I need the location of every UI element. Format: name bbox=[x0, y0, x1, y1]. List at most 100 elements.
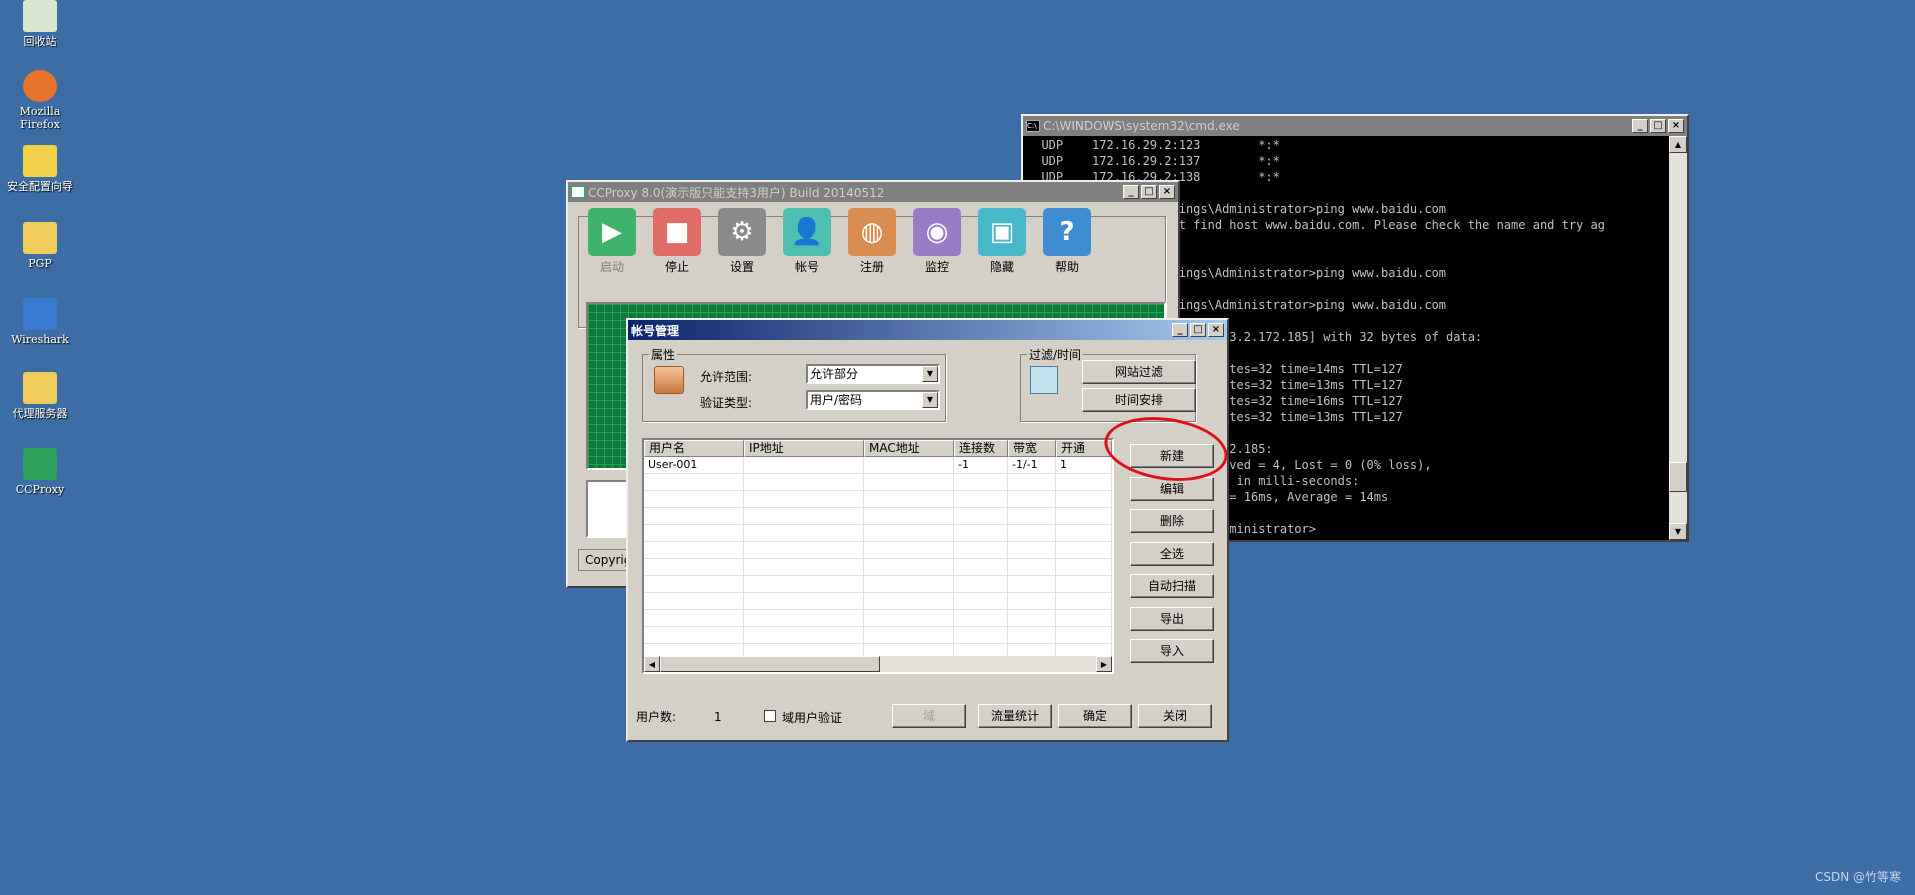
account-dialog[interactable]: 帐号管理 _ □ × 属性 允许范围: 允许部分 ▼ 验证类型: 用户/密码 ▼… bbox=[626, 318, 1232, 742]
ccproxy-icon bbox=[23, 448, 57, 480]
scroll-thumb[interactable] bbox=[1669, 462, 1687, 492]
user-count-value: 1 bbox=[714, 710, 722, 724]
desktop-icon[interactable]: 安全配置向导 bbox=[0, 145, 80, 193]
ccproxy-title: CCProxy 8.0(演示版只能支持3用户) Build 20140512 bbox=[588, 185, 885, 200]
table-row[interactable] bbox=[644, 542, 1112, 559]
column-header[interactable]: 用户名 bbox=[644, 440, 744, 457]
maximize-button[interactable]: □ bbox=[1141, 185, 1157, 199]
side-button-2[interactable]: 删除 bbox=[1130, 509, 1214, 533]
table-row[interactable] bbox=[644, 610, 1112, 627]
toolbar-gear-button[interactable]: ⚙ 设置 bbox=[712, 208, 772, 275]
table-row[interactable] bbox=[644, 491, 1112, 508]
table-cell bbox=[1008, 627, 1056, 644]
table-row[interactable] bbox=[644, 593, 1112, 610]
chevron-down-icon[interactable]: ▼ bbox=[922, 366, 938, 382]
table-row[interactable] bbox=[644, 576, 1112, 593]
maximize-button[interactable]: □ bbox=[1650, 119, 1666, 133]
user-count-label: 用户数: bbox=[636, 710, 677, 724]
firefox-icon bbox=[23, 70, 57, 102]
desktop-icon[interactable]: PGP bbox=[0, 222, 80, 270]
auth-type-select[interactable]: 用户/密码 ▼ bbox=[806, 390, 940, 410]
table-cell bbox=[954, 508, 1008, 525]
minimize-button[interactable]: _ bbox=[1632, 119, 1648, 133]
console-line: UDP 172.16.29.2:137 *:* bbox=[1027, 154, 1280, 168]
domain-auth-label: 域用户验证 bbox=[782, 711, 843, 725]
toolbar-play-button[interactable]: ▶ 启动 bbox=[582, 208, 642, 275]
filter-list-icon bbox=[1030, 366, 1058, 394]
user-table[interactable]: 用户名 IP地址 MAC地址 连接数 带宽 开通 User-001 -1 -1/-1 1 ◀ ▶ bbox=[642, 438, 1114, 674]
table-cell bbox=[1008, 559, 1056, 576]
close-button[interactable]: × bbox=[1208, 323, 1224, 337]
table-cell bbox=[744, 542, 864, 559]
table-row[interactable] bbox=[644, 474, 1112, 491]
scroll-down-icon[interactable]: ▼ bbox=[1669, 523, 1687, 540]
table-row[interactable] bbox=[644, 525, 1112, 542]
ccproxy-titlebar[interactable]: CCProxy 8.0(演示版只能支持3用户) Build 20140512 _… bbox=[568, 182, 1178, 202]
table-cell bbox=[954, 474, 1008, 491]
desktop-icon[interactable]: CCProxy bbox=[0, 448, 80, 496]
table-cell bbox=[644, 627, 744, 644]
scroll-up-icon[interactable]: ▲ bbox=[1669, 136, 1687, 153]
account-titlebar[interactable]: 帐号管理 _ □ × bbox=[628, 320, 1227, 340]
table-row[interactable] bbox=[644, 559, 1112, 576]
side-button-3[interactable]: 全选 bbox=[1130, 541, 1214, 566]
minimize-button[interactable]: _ bbox=[1123, 185, 1139, 199]
column-header[interactable]: 连接数 bbox=[954, 440, 1008, 457]
column-header[interactable]: IP地址 bbox=[744, 440, 864, 457]
horizontal-scrollbar[interactable]: ◀ ▶ bbox=[644, 656, 1112, 672]
table-cell bbox=[744, 525, 864, 542]
table-cell bbox=[644, 559, 744, 576]
side-button-4[interactable]: 自动扫描 bbox=[1130, 574, 1214, 598]
allow-range-select[interactable]: 允许部分 ▼ bbox=[806, 364, 940, 384]
close-button[interactable]: × bbox=[1159, 185, 1175, 199]
scroll-right-icon[interactable]: ▶ bbox=[1096, 656, 1112, 672]
time-schedule-button[interactable]: 时间安排 bbox=[1082, 388, 1196, 412]
toolbar-hide-button[interactable]: ▣ 隐藏 bbox=[972, 208, 1032, 275]
table-cell bbox=[864, 525, 954, 542]
table-row[interactable] bbox=[644, 508, 1112, 525]
table-row[interactable]: User-001 -1 -1/-1 1 bbox=[644, 457, 1112, 474]
domain-button[interactable]: 域 bbox=[892, 704, 966, 728]
table-cell bbox=[644, 525, 744, 542]
table-cell bbox=[744, 627, 864, 644]
table-cell bbox=[744, 559, 864, 576]
toolbar-eye-button[interactable]: ◉ 监控 bbox=[907, 208, 967, 275]
desktop-icon[interactable]: Mozilla Firefox bbox=[0, 70, 80, 131]
minimize-button[interactable]: _ bbox=[1172, 323, 1188, 337]
domain-auth-checkbox[interactable] bbox=[764, 710, 776, 722]
desktop-icon-label: PGP bbox=[28, 257, 52, 270]
maximize-button[interactable]: □ bbox=[1190, 323, 1206, 337]
toolbar-user-button[interactable]: 👤 帐号 bbox=[777, 208, 837, 275]
close-button[interactable]: × bbox=[1668, 119, 1684, 133]
web-filter-button[interactable]: 网站过滤 bbox=[1082, 360, 1196, 384]
scroll-left-icon[interactable]: ◀ bbox=[644, 656, 660, 672]
desktop-icon[interactable]: 回收站 bbox=[0, 0, 80, 48]
close-dialog-button[interactable]: 关闭 bbox=[1138, 704, 1212, 728]
play-icon: ▶ bbox=[588, 208, 636, 256]
cmd-scrollbar[interactable]: ▲ ▼ bbox=[1669, 136, 1687, 540]
traffic-stats-button[interactable]: 流量统计 bbox=[978, 704, 1052, 728]
ok-button[interactable]: 确定 bbox=[1058, 704, 1132, 728]
column-header[interactable]: MAC地址 bbox=[864, 440, 954, 457]
desktop-icon[interactable]: Wireshark bbox=[0, 298, 80, 346]
table-cell bbox=[864, 491, 954, 508]
table-cell bbox=[644, 474, 744, 491]
scroll-thumb[interactable] bbox=[660, 656, 880, 672]
table-cell bbox=[864, 542, 954, 559]
help-icon: ? bbox=[1043, 208, 1091, 256]
table-cell bbox=[1056, 542, 1112, 559]
toolbar-label: 启动 bbox=[599, 260, 624, 274]
desktop-icon[interactable]: 代理服务器 bbox=[0, 372, 80, 420]
cmd-titlebar[interactable]: C:\ C:\WINDOWS\system32\cmd.exe _ □ × bbox=[1023, 116, 1687, 136]
folder-icon bbox=[23, 372, 57, 404]
desktop-icon-label: 回收站 bbox=[23, 35, 57, 48]
chevron-down-icon[interactable]: ▼ bbox=[922, 392, 938, 408]
toolbar-globe-button[interactable]: ◍ 注册 bbox=[842, 208, 902, 275]
column-header[interactable]: 带宽 bbox=[1008, 440, 1056, 457]
table-cell bbox=[1008, 542, 1056, 559]
toolbar-stop-button[interactable]: ■ 停止 bbox=[647, 208, 707, 275]
toolbar-help-button[interactable]: ? 帮助 bbox=[1037, 208, 1097, 275]
side-button-6[interactable]: 导入 bbox=[1130, 639, 1214, 663]
table-row[interactable] bbox=[644, 627, 1112, 644]
side-button-5[interactable]: 导出 bbox=[1130, 606, 1214, 631]
